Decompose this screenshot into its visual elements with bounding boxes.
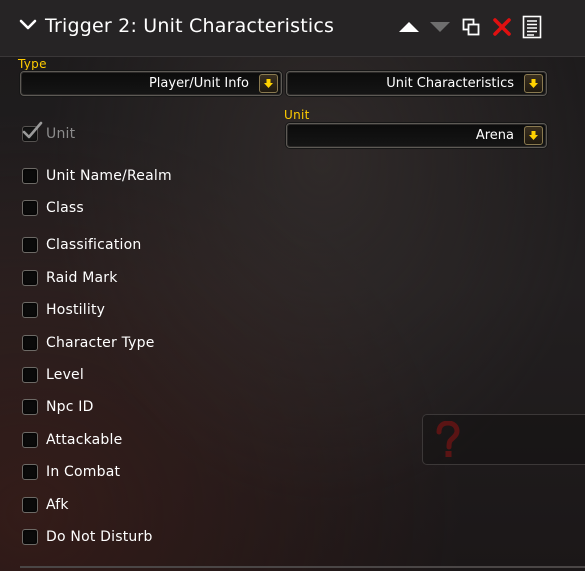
unit-checkbox-label: Unit (46, 126, 76, 142)
checkbox[interactable] (22, 335, 38, 351)
type-label: Type (18, 57, 47, 71)
duplicate-button[interactable] (459, 14, 483, 40)
option-label: Raid Mark (46, 270, 118, 286)
checkbox[interactable] (22, 497, 38, 513)
move-up-button[interactable] (397, 14, 421, 40)
move-up-icon (399, 22, 419, 32)
option-character-type[interactable]: Character Type (22, 333, 155, 353)
unit-dropdown-value: Arena (475, 128, 514, 143)
move-down-button[interactable] (428, 14, 452, 40)
type-dropdown-arrow[interactable] (259, 74, 278, 93)
option-npc-id[interactable]: Npc ID (22, 397, 94, 417)
trigger-title[interactable]: Trigger 2: Unit Characteristics (45, 15, 334, 37)
unit-checkbox (22, 121, 43, 142)
option-label: Attackable (46, 432, 123, 448)
checkmark-icon (22, 121, 43, 139)
notes-button[interactable] (520, 14, 544, 40)
arrow-down-icon (264, 79, 273, 88)
unit-dropdown-label: Unit (284, 108, 310, 122)
option-label: Do Not Disturb (46, 529, 153, 545)
option-label: Class (46, 200, 84, 216)
option-label: Hostility (46, 302, 106, 318)
divider (20, 566, 585, 568)
option-classification[interactable]: Classification (22, 235, 141, 255)
option-label: Unit Name/Realm (46, 168, 172, 184)
checkbox[interactable] (22, 399, 38, 415)
option-label: Character Type (46, 335, 155, 351)
option-in-combat[interactable]: In Combat (22, 462, 120, 482)
checkbox[interactable] (22, 529, 38, 545)
duplicate-icon (462, 18, 480, 36)
move-down-icon (430, 22, 450, 32)
unit-dropdown-arrow[interactable] (524, 126, 543, 145)
notes-icon (522, 15, 542, 39)
checkbox[interactable] (22, 432, 38, 448)
checkbox[interactable] (22, 200, 38, 216)
option-attackable[interactable]: Attackable (22, 430, 122, 450)
subtype-dropdown[interactable]: Unit Characteristics (286, 71, 547, 96)
trigger-header: Trigger 2: Unit Characteristics (0, 0, 585, 57)
option-class[interactable]: Class (22, 198, 84, 218)
chevron-down-icon[interactable] (19, 18, 37, 32)
option-label: Afk (46, 497, 69, 513)
checkbox[interactable] (22, 464, 38, 480)
delete-button[interactable] (490, 14, 514, 40)
checkbox[interactable] (22, 367, 38, 383)
option-level[interactable]: Level (22, 365, 84, 385)
option-label: Level (46, 367, 84, 383)
option-label: Npc ID (46, 399, 94, 415)
option-afk[interactable]: Afk (22, 495, 69, 515)
arrow-down-icon (529, 131, 538, 140)
option-label: In Combat (46, 464, 121, 480)
type-dropdown[interactable]: Player/Unit Info (20, 71, 282, 96)
subtype-dropdown-value: Unit Characteristics (386, 76, 514, 91)
option-hostility[interactable]: Hostility (22, 300, 105, 320)
delete-icon (493, 18, 511, 36)
subtype-dropdown-arrow[interactable] (524, 74, 543, 93)
option-unit-name-realm[interactable]: Unit Name/Realm (22, 166, 172, 186)
option-do-not-disturb[interactable]: Do Not Disturb (22, 527, 153, 547)
checkbox[interactable] (22, 270, 38, 286)
question-mark-icon (436, 421, 460, 457)
option-label: Classification (46, 237, 142, 253)
arrow-down-icon (529, 79, 538, 88)
checkbox[interactable] (22, 237, 38, 253)
unit-checkbox-row: Unit (22, 121, 76, 144)
checkbox[interactable] (22, 168, 38, 184)
type-dropdown-value: Player/Unit Info (148, 76, 249, 91)
help-panel (422, 414, 585, 465)
checkbox[interactable] (22, 302, 38, 318)
option-raid-mark[interactable]: Raid Mark (22, 268, 118, 288)
unit-dropdown[interactable]: Arena (286, 123, 547, 148)
